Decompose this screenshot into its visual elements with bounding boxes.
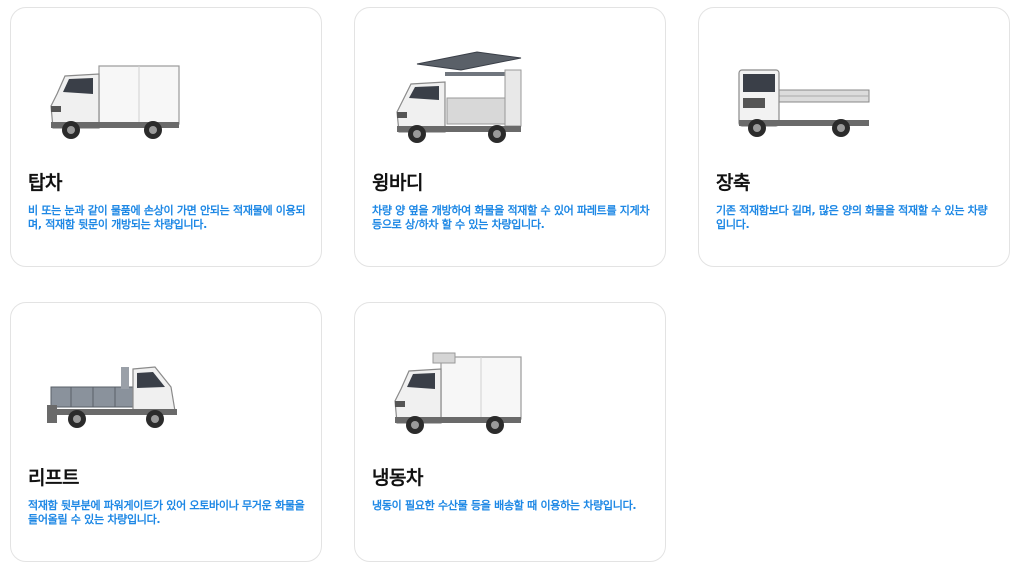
vehicle-card-refrigerated[interactable]: 냉동차 냉동이 필요한 수산물 등을 배송할 때 이용하는 차량입니다. xyxy=(354,302,666,562)
box-truck-icon xyxy=(50,65,180,139)
vehicle-description: 적재함 뒷부분에 파워게이트가 있어 오토바이나 무거운 화물을 들어올릴 수 … xyxy=(28,499,305,526)
refrigerated-truck-icon xyxy=(394,352,522,434)
long-cargo-truck-icon xyxy=(738,69,870,137)
vehicle-description: 냉동이 필요한 수산물 등을 배송할 때 이용하는 차량입니다. xyxy=(372,499,637,512)
vehicle-title: 탑차 xyxy=(28,172,62,194)
vehicle-card-wing-body[interactable]: 윙바디 차량 양 옆을 개방하여 화물을 적재할 수 있어 파레트를 지게차 등… xyxy=(354,7,666,267)
vehicle-title: 윙바디 xyxy=(372,172,423,194)
vehicle-title: 장축 xyxy=(716,172,750,194)
vehicle-title: 냉동차 xyxy=(372,467,423,489)
lift-truck-icon xyxy=(47,366,177,428)
wing-body-truck-icon xyxy=(396,51,522,143)
vehicle-card-lift[interactable]: 리프트 적재함 뒷부분에 파워게이트가 있어 오토바이나 무거운 화물을 들어올… xyxy=(10,302,322,562)
vehicle-title: 리프트 xyxy=(28,467,79,489)
vehicle-type-grid: 탑차 비 또는 눈과 같이 물품에 손상이 가면 안되는 적재물에 이용되며, … xyxy=(0,0,1024,574)
vehicle-description: 기존 적재함보다 길며, 많은 양의 화물을 적재할 수 있는 차량입니다. xyxy=(716,204,988,231)
vehicle-description: 비 또는 눈과 같이 물품에 손상이 가면 안되는 적재물에 이용되며, 적재함… xyxy=(28,204,306,231)
vehicle-description: 차량 양 옆을 개방하여 화물을 적재할 수 있어 파레트를 지게차 등으로 상… xyxy=(372,204,650,231)
vehicle-card-long-cargo[interactable]: 장축 기존 적재함보다 길며, 많은 양의 화물을 적재할 수 있는 차량입니다… xyxy=(698,7,1010,267)
vehicle-card-box-truck[interactable]: 탑차 비 또는 눈과 같이 물품에 손상이 가면 안되는 적재물에 이용되며, … xyxy=(10,7,322,267)
